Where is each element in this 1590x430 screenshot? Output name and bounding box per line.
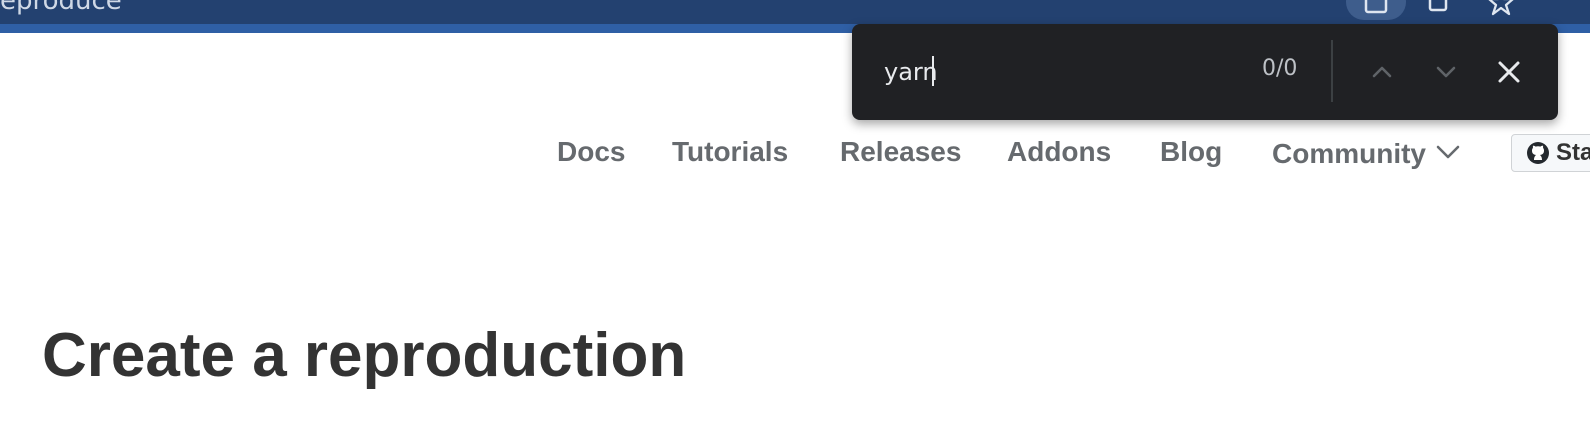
close-icon[interactable]: [1489, 52, 1529, 92]
bookmark-star-icon[interactable]: [1471, 0, 1531, 20]
nav-blog[interactable]: Blog: [1160, 136, 1222, 168]
extension-icon[interactable]: [1408, 0, 1468, 20]
github-star-button[interactable]: Sta: [1511, 134, 1590, 172]
nav-releases[interactable]: Releases: [840, 136, 961, 168]
reading-mode-icon[interactable]: [1346, 0, 1406, 20]
match-count: 0/0: [1262, 56, 1298, 81]
nav-addons[interactable]: Addons: [1007, 136, 1111, 168]
nav-community[interactable]: Community: [1272, 138, 1426, 170]
find-input[interactable]: [884, 52, 1224, 92]
nav-tutorials[interactable]: Tutorials: [672, 136, 788, 168]
find-bar-divider: [1331, 40, 1333, 102]
github-icon: [1526, 141, 1550, 165]
previous-match-icon[interactable]: [1362, 52, 1402, 92]
nav-docs[interactable]: Docs: [557, 136, 625, 168]
chevron-down-icon[interactable]: [1434, 142, 1462, 167]
text-caret: [932, 56, 934, 86]
github-button-label: Sta: [1556, 139, 1590, 166]
page-title: Create a reproduction: [42, 321, 687, 390]
next-match-icon[interactable]: [1426, 52, 1466, 92]
tab-title[interactable]: eproduce: [0, 0, 122, 16]
